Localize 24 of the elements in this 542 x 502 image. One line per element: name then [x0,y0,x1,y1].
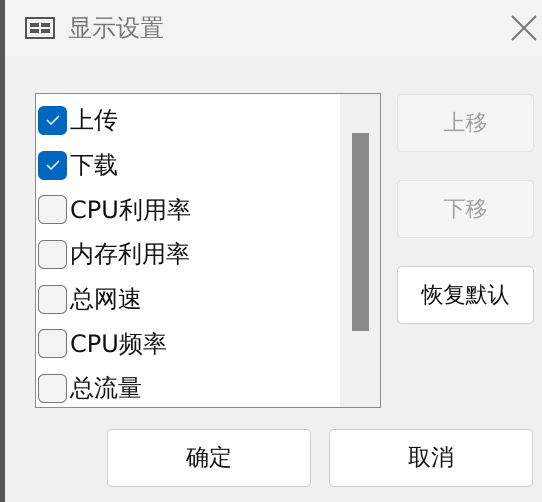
checkbox-label[interactable]: CPU频率 [70,332,167,356]
dialog-button[interactable]: 取消 [329,429,533,487]
close-icon[interactable] [511,15,537,41]
window-title: 显示设置 [68,16,164,40]
dialog-button[interactable]: 确定 [107,429,311,487]
checkbox[interactable] [38,150,67,180]
checkbox[interactable] [38,374,67,403]
checkbox-label[interactable]: 总网速 [70,287,142,312]
checkbox[interactable] [38,195,67,224]
checkbox[interactable] [38,106,67,135]
checkbox-label[interactable]: 上传 [70,108,118,132]
side-button[interactable]: 恢复默认 [397,266,534,324]
checkbox[interactable] [38,284,67,314]
checkbox-label[interactable]: 下载 [70,153,118,178]
checkbox[interactable] [38,329,67,358]
window-icon [25,17,55,39]
checkbox[interactable] [38,240,67,269]
scrollbar-thumb[interactable] [352,133,368,331]
scrollbar[interactable] [340,94,380,407]
checkmark-icon [46,115,60,126]
checkbox-label[interactable]: CPU利用率 [70,198,191,222]
checkmark-icon [46,160,60,170]
checkbox-label[interactable]: 总流量 [70,376,142,400]
checkbox-label[interactable]: 内存利用率 [70,242,190,266]
